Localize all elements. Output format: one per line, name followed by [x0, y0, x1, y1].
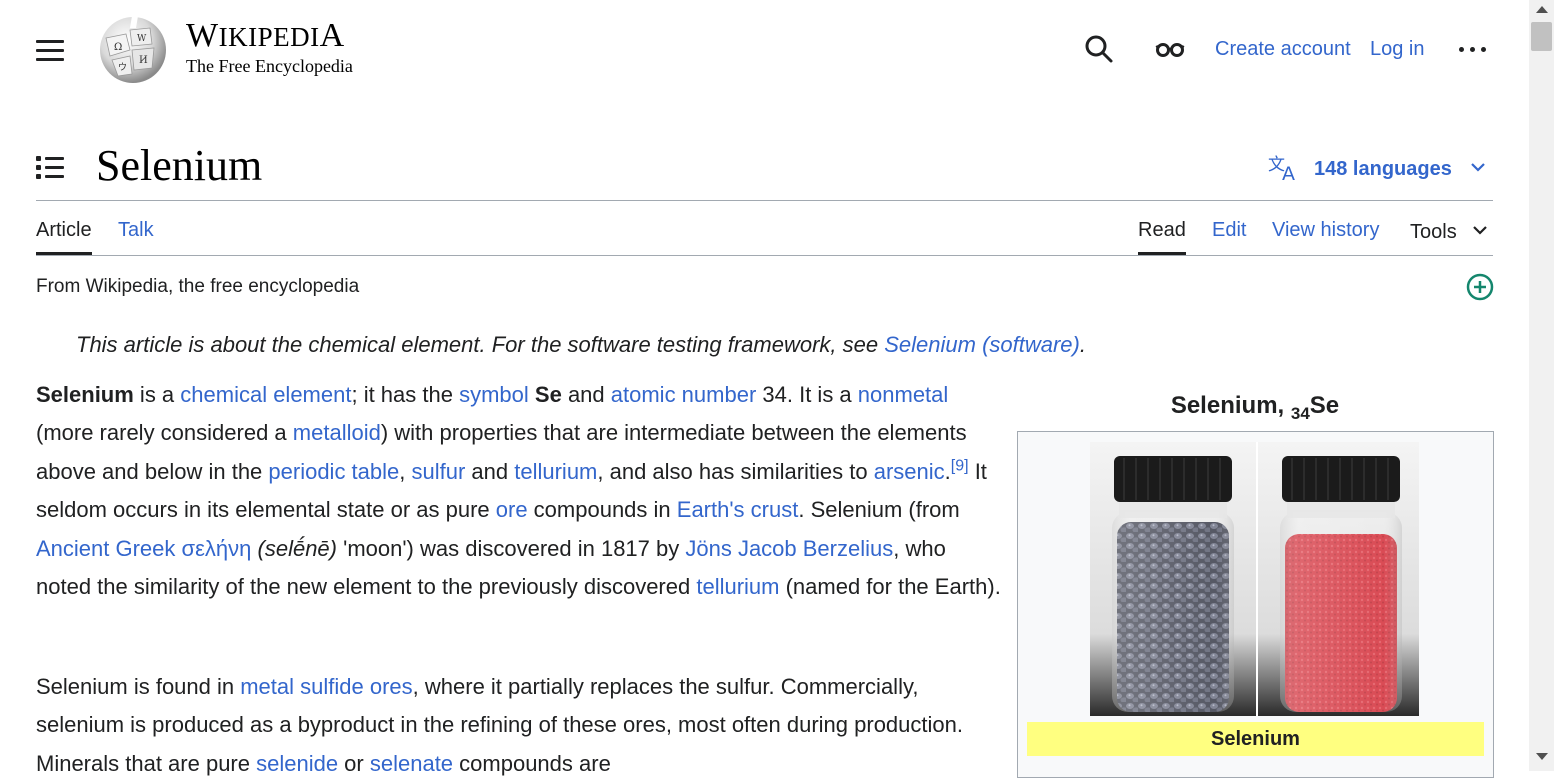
hatnote: This article is about the chemical eleme… — [76, 332, 1086, 357]
wordmark-title: WIKIPEDIA — [186, 17, 345, 54]
article-text: compounds are — [453, 750, 611, 776]
log-in-link[interactable]: Log in — [1370, 38, 1425, 61]
article-text: and — [465, 458, 515, 484]
lead-paragraph-1: Selenium is a chemical element; it has t… — [36, 376, 1001, 606]
article-text: (selḗnē) — [257, 535, 337, 561]
article-link[interactable]: [9] — [951, 457, 969, 474]
infobox-caption: Selenium — [1027, 722, 1484, 756]
article-text: 34. It is a — [756, 382, 858, 407]
article-link[interactable]: arsenic — [874, 459, 945, 484]
article-link[interactable]: periodic table — [268, 459, 399, 484]
article-text: , — [399, 458, 412, 484]
article-link[interactable]: selenate — [370, 751, 453, 776]
article-link[interactable]: Ancient Greek — [36, 536, 175, 561]
tab-edit[interactable]: Edit — [1212, 219, 1246, 242]
chevron-down-icon — [1472, 219, 1488, 242]
article-link[interactable]: tellurium — [696, 574, 779, 599]
tab-read[interactable]: Read — [1138, 219, 1186, 255]
article-text: . Selenium (from — [798, 497, 960, 523]
article-link[interactable]: symbol — [459, 382, 529, 407]
page-title: Selenium — [96, 141, 263, 190]
tools-menu[interactable]: Tools — [1410, 219, 1488, 244]
article-text: and — [561, 382, 611, 407]
article-link[interactable]: σελήνη — [182, 536, 252, 561]
language-count: 148 languages — [1314, 157, 1452, 180]
tabs-divider — [36, 255, 1493, 256]
article-link[interactable]: ore — [496, 497, 528, 522]
site-subtitle: From Wikipedia, the free encyclopedia — [36, 276, 360, 297]
article-link[interactable]: Earth's crust — [677, 497, 799, 522]
article-text: is a — [133, 382, 181, 407]
toc-icon[interactable] — [36, 155, 66, 181]
article-link[interactable]: chemical element — [180, 382, 351, 407]
chevron-down-icon — [1470, 160, 1486, 178]
svg-text:Ω: Ω — [114, 42, 122, 53]
infobox-title: Selenium, 34Se — [1170, 392, 1340, 423]
selenium-sample-photo[interactable] — [1090, 442, 1419, 716]
article-link[interactable]: nonmetal — [858, 382, 949, 407]
main-menu-button[interactable] — [36, 38, 66, 62]
tab-view-history[interactable]: View history — [1272, 219, 1379, 242]
tab-article[interactable]: Article — [36, 219, 92, 255]
article-link[interactable]: sulfur — [412, 459, 466, 484]
hatnote-link[interactable]: Selenium (software) — [884, 332, 1080, 357]
svg-text:A: A — [1282, 163, 1295, 181]
article-text: (more rarely considered a — [36, 420, 293, 446]
scrollbar-thumb[interactable] — [1531, 22, 1552, 51]
svg-text:W: W — [137, 34, 147, 44]
article-link[interactable]: atomic number — [611, 382, 757, 407]
article-text: Selenium is found in — [36, 674, 241, 699]
wikipedia-wordmark[interactable]: WIKIPEDIA The Free Encyclopedia — [186, 17, 353, 77]
tab-talk[interactable]: Talk — [118, 219, 154, 242]
article-text: or — [338, 750, 370, 776]
article-text: 'moon') was discovered in 1817 by — [337, 535, 686, 561]
scrollbar[interactable] — [1529, 0, 1554, 771]
lead-paragraph-2: Selenium is found in metal sulfide ores,… — [36, 668, 1001, 783]
article-text: , and also has similarities to — [597, 458, 874, 484]
add-topic-icon[interactable] — [1465, 272, 1495, 302]
article-text: (named for the Earth). — [779, 574, 1001, 600]
wordmark-tagline: The Free Encyclopedia — [186, 56, 353, 76]
article-text: ; it has the — [351, 382, 460, 407]
scroll-up-arrow-icon[interactable] — [1536, 6, 1548, 13]
article-text: compounds in — [527, 497, 677, 523]
more-icon[interactable] — [1457, 36, 1489, 62]
article-link[interactable]: tellurium — [514, 459, 597, 484]
search-icon[interactable] — [1084, 34, 1114, 64]
svg-text:ウ: ウ — [118, 62, 127, 73]
wikipedia-globe-logo[interactable]: Ω W И ウ — [96, 14, 170, 84]
article-link[interactable]: metalloid — [293, 420, 381, 445]
article-link[interactable]: selenide — [256, 751, 338, 776]
article-link[interactable]: metal sulfide ores — [240, 674, 412, 699]
scroll-down-arrow-icon[interactable] — [1536, 753, 1548, 760]
title-divider — [36, 200, 1493, 201]
glasses-icon[interactable] — [1155, 34, 1185, 64]
language-button[interactable]: 文 A 148 languages — [1268, 153, 1486, 185]
article-text: Selenium — [36, 382, 134, 407]
language-icon: 文 A — [1268, 153, 1300, 186]
create-account-link[interactable]: Create account — [1215, 38, 1351, 61]
article-link[interactable]: Jöns Jacob Berzelius — [685, 536, 893, 561]
article-text: Se — [534, 382, 562, 407]
svg-text:И: И — [139, 55, 148, 66]
